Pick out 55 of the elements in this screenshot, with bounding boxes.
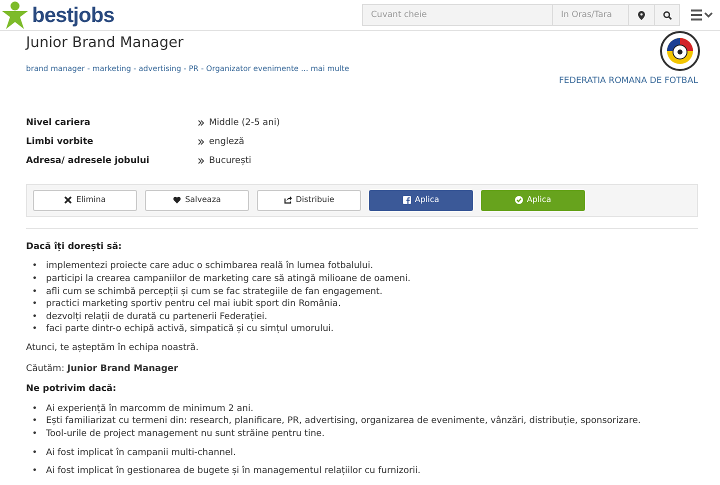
list-item: faci parte dintr-o echipă activă, simpatică și cu simțul umorului. xyxy=(46,323,334,336)
location-field[interactable]: In Oras/Tara xyxy=(552,4,628,26)
search-icon xyxy=(662,10,672,20)
search-field[interactable]: Cuvant cheie xyxy=(362,4,552,26)
double-chevron-icon xyxy=(198,139,204,146)
detail-value: engleză xyxy=(209,136,244,149)
section-heading: Dacă îți dorești să: xyxy=(26,240,123,254)
detail-label: Adresa/ adresele jobului xyxy=(26,154,150,168)
bullet-marker: • xyxy=(32,402,38,416)
bullet-marker: • xyxy=(32,465,38,478)
pin-icon xyxy=(638,10,645,20)
detail-value: București xyxy=(209,154,252,168)
list-item: afli cum se schimbă percepții și cum se fac strategiile de fan engagement. xyxy=(46,286,382,298)
bullet-marker: • xyxy=(32,310,38,324)
save-button[interactable]: Salveaza xyxy=(145,190,249,211)
bullet-marker: • xyxy=(32,446,38,460)
bullet-marker: • xyxy=(32,428,38,441)
list-item: participi la crearea campaniilor de marketing care să atingă milioane de oameni. xyxy=(46,273,410,286)
list-item: Tool-urile de project management nu sunt străine pentru tine. xyxy=(46,428,325,441)
facebook-icon xyxy=(402,196,411,204)
list-item: Ai experiență în marcomm de minimum 2 ani. xyxy=(46,402,254,416)
bullet-marker: • xyxy=(32,286,38,298)
share-icon xyxy=(284,196,292,204)
check-circle-icon xyxy=(514,196,523,204)
detail-value: Middle (2-5 ani) xyxy=(209,116,280,130)
heart-icon xyxy=(173,196,182,204)
bullet-marker: • xyxy=(32,415,38,428)
remove-button[interactable]: Elimina xyxy=(33,190,137,211)
list-item: Ai fost implicat în campanii multi-channel. xyxy=(46,446,236,460)
list-item: practici marketing sportiv pentru cel mai iubit sport din România. xyxy=(46,298,341,311)
section-heading: Ne potrivim dacă: xyxy=(26,383,118,396)
detail-label: Limbi vorbite xyxy=(26,136,94,149)
bullet-marker: • xyxy=(32,260,38,274)
share-button[interactable]: Distribuie xyxy=(257,190,361,211)
double-chevron-icon xyxy=(198,158,204,164)
list-item: implementezi proiecte care aduc o schimbarea reală în lumea fotbalului. xyxy=(46,260,374,274)
location-pin-button[interactable] xyxy=(628,4,654,26)
bullet-marker: • xyxy=(32,323,38,336)
star-figure-icon xyxy=(2,1,28,29)
list-item: dezvolți relații de durată cu partenerii Federației. xyxy=(46,310,268,324)
search-button[interactable] xyxy=(654,4,680,26)
federation-logo xyxy=(660,31,700,71)
paragraph: Atunci, te așteptăm în echipa noastră. xyxy=(26,342,200,355)
list-item: Ai fost implicat în gestionarea de bugete și în managementul relațiilor cu furnizorii. xyxy=(46,465,421,478)
paragraph: Căutăm: Junior Brand Manager xyxy=(26,362,180,376)
logo[interactable]: bestjobs xyxy=(32,4,114,26)
company-link[interactable]: FEDERATIA ROMANA DE FOTBAL xyxy=(558,75,698,88)
bullet-marker: • xyxy=(32,273,38,286)
facebook-apply-button[interactable]: Aplica xyxy=(369,190,473,211)
detail-label: Nivel cariera xyxy=(26,116,92,130)
close-icon xyxy=(64,196,72,204)
job-title: Junior Brand Manager xyxy=(26,35,184,52)
double-chevron-icon xyxy=(198,120,204,126)
list-item: Ești familiarizat cu termeni din: research, planificare, PR, advertising, organizarea de evenimente, vânzări, distribuție, sponsorizare. xyxy=(46,415,641,428)
bullet-marker: • xyxy=(32,298,38,311)
